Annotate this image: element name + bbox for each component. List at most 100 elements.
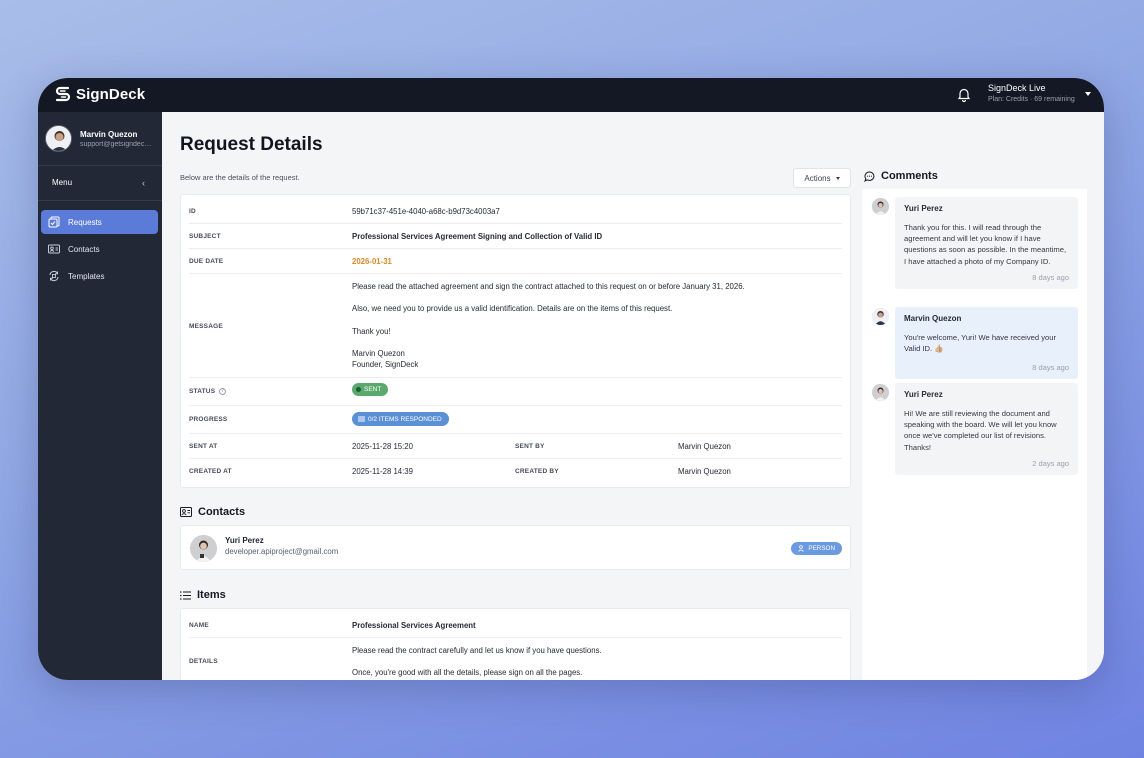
comment-text: Hi! We are still reviewing the document … (904, 409, 1057, 452)
created-by-value: Marvin Quezon (678, 467, 731, 476)
user-avatar-icon (46, 126, 71, 151)
avatar (45, 125, 72, 152)
detail-label: CREATED BY (515, 468, 559, 475)
detail-label: PROGRESS (189, 416, 228, 423)
item-row-details: DETAILS Please read the contract careful… (189, 638, 842, 680)
detail-row-progress: PROGRESS 0/2 ITEMS RESPONDED (189, 406, 842, 434)
request-details-card: ID 59b71c37-451e-4040-a68c-b9d73c4003a7 … (180, 194, 851, 488)
avatar (872, 308, 889, 325)
contacts-icon (48, 244, 60, 254)
detail-row-id: ID 59b71c37-451e-4040-a68c-b9d73c4003a7 (189, 195, 842, 224)
account-plan: Plan: Credits · 69 remaining (988, 96, 1075, 103)
item-detail-line: Once, you're good with all the details, … (352, 668, 583, 677)
page-title: Request Details (180, 134, 323, 155)
menu-header: Menu ‹ (52, 178, 148, 188)
progress-text: 0/2 ITEMS RESPONDED (368, 415, 442, 423)
progress-badge: 0/2 ITEMS RESPONDED (352, 412, 449, 426)
comment-time: 8 days ago (1032, 363, 1069, 373)
item-row-name: NAME Professional Services Agreement (189, 609, 842, 638)
chevron-down-icon (835, 176, 840, 180)
avatar (872, 198, 889, 215)
templates-icon (49, 270, 59, 282)
comment-item: Yuri Perez Hi! We are still reviewing th… (872, 383, 1078, 475)
contact-type-badge: PERSON (791, 542, 842, 555)
detail-label: STATUS? (189, 388, 227, 396)
notification-bell-icon[interactable] (956, 87, 972, 103)
contact-card-icon (180, 507, 192, 517)
list-icon (180, 590, 191, 600)
signdeck-logo-icon (55, 86, 71, 102)
user-email: support@getsigndeck.com (80, 140, 154, 148)
detail-row-message: MESSAGE Please read the attached agreeme… (189, 274, 842, 378)
comments-title: Comments (881, 170, 938, 182)
status-dot-icon (356, 387, 361, 392)
items-title: Items (197, 589, 226, 601)
user-profile[interactable]: Marvin Quezon support@getsigndeck.com (45, 125, 154, 152)
item-label: DETAILS (189, 658, 218, 665)
divider (38, 200, 162, 201)
chevron-down-icon[interactable] (1085, 92, 1091, 96)
top-bar: SignDeck SignDeck Live Plan: Credits · 6… (38, 78, 1104, 112)
user-name: Marvin Quezon (80, 129, 138, 139)
contact-name: Yuri Perez (225, 536, 264, 545)
menu-label: Menu (52, 178, 73, 187)
message-line: Also, we need you to provide us a valid … (352, 304, 673, 313)
avatar (190, 535, 217, 562)
brand-name: SignDeck (76, 85, 146, 103)
sidebar-item-templates[interactable]: Templates (41, 264, 158, 288)
request-id: 59b71c37-451e-4040-a68c-b9d73c4003a7 (352, 207, 500, 216)
account-switcher[interactable]: SignDeck Live Plan: Credits · 69 remaini… (988, 83, 1075, 104)
comment-time: 2 days ago (1032, 458, 1069, 468)
contacts-title: Contacts (198, 506, 246, 518)
contact-card[interactable]: Yuri Perez developer.apiproject@gmail.co… (180, 525, 851, 570)
contact-avatar-icon (190, 535, 217, 562)
commenter-avatar-icon (872, 384, 889, 401)
avatar (872, 384, 889, 401)
comment-text: You're welcome, Yuri! We have received y… (904, 333, 1056, 354)
actions-dropdown-button[interactable]: Actions (793, 168, 851, 188)
sent-at-value: 2025-11-28 15:20 (352, 442, 413, 451)
commenter-avatar-icon (872, 308, 889, 325)
detail-label: SUBJECT (189, 233, 221, 240)
comments-section-title: Comments (864, 170, 938, 182)
detail-label: SENT AT (189, 443, 218, 450)
sidebar: Marvin Quezon support@getsigndeck.com Me… (38, 112, 162, 680)
comment-bubble: Yuri Perez Hi! We are still reviewing th… (895, 383, 1078, 475)
message-line: Founder, SignDeck (352, 360, 419, 369)
app-window: SignDeck SignDeck Live Plan: Credits · 6… (38, 78, 1104, 680)
comment-bubble: Marvin Quezon You're welcome, Yuri! We h… (895, 307, 1078, 380)
message-line: Thank you! (352, 327, 391, 336)
contact-email: developer.apiproject@gmail.com (225, 547, 339, 556)
detail-row-created: CREATED AT 2025-11-28 14:39 CREATED BY M… (189, 459, 842, 484)
detail-label: ID (189, 208, 196, 215)
status-badge: SENT (352, 383, 389, 396)
brand-logo[interactable]: SignDeck (54, 85, 145, 103)
sidebar-item-label: Templates (68, 271, 105, 281)
sidebar-item-label: Requests (68, 217, 102, 227)
items-section-title: Items (180, 589, 226, 601)
main-content: Request Details Below are the details of… (162, 112, 1104, 680)
status-text: SENT (364, 386, 382, 393)
person-icon (798, 545, 805, 552)
sidebar-item-contacts[interactable]: Contacts (41, 237, 158, 261)
commenter-avatar-icon (872, 198, 889, 215)
sent-by-value: Marvin Quezon (678, 442, 731, 451)
account-name: SignDeck Live (988, 83, 1046, 93)
comment-item: Marvin Quezon You're welcome, Yuri! We h… (872, 307, 1078, 380)
status-label: STATUS (189, 388, 216, 396)
sidebar-item-requests[interactable]: Requests (41, 210, 158, 234)
help-icon[interactable]: ? (219, 388, 227, 395)
contacts-section-title: Contacts (180, 506, 245, 518)
detail-label: CREATED AT (189, 468, 232, 475)
items-card: NAME Professional Services Agreement DET… (180, 608, 851, 680)
message-line: Marvin Quezon (352, 349, 405, 358)
actions-label: Actions (804, 173, 831, 183)
comment-bubble-icon (864, 170, 875, 182)
comment-author: Marvin Quezon (904, 314, 962, 323)
comment-bubble: Yuri Perez Thank you for this. I will re… (895, 197, 1078, 289)
detail-label: SENT BY (515, 443, 545, 450)
comment-item: Yuri Perez Thank you for this. I will re… (872, 197, 1078, 289)
collapse-chevron-icon[interactable]: ‹ (142, 179, 145, 188)
item-name: Professional Services Agreement (352, 621, 476, 630)
detail-row-status: STATUS? SENT (189, 378, 842, 406)
